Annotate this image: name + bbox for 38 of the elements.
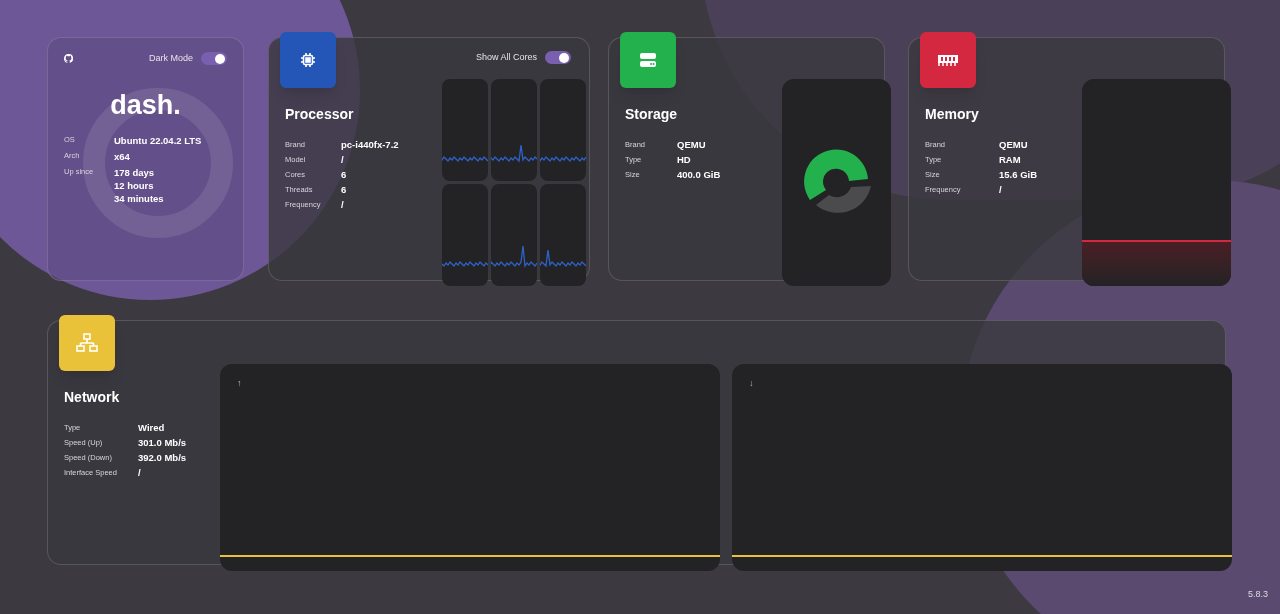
arrow-label: ↑ xyxy=(236,377,243,390)
app-logo: dash. xyxy=(109,89,182,120)
toggle-label: Show All Cores xyxy=(475,51,537,64)
card-title: Processor xyxy=(285,105,355,124)
card-title: Storage xyxy=(625,105,679,124)
toggle-switch[interactable] xyxy=(545,51,571,65)
card-title: Memory xyxy=(925,105,980,124)
info-value: QEMU xyxy=(999,139,1029,151)
info-value: pc-i440fx-7.2 xyxy=(341,139,400,151)
info-value: / xyxy=(138,467,142,479)
chip-icon xyxy=(300,52,316,68)
arrow-label: ↓ xyxy=(748,377,755,390)
info-value: Wired xyxy=(138,422,166,434)
toggle-switch[interactable] xyxy=(201,52,227,66)
info-value: / xyxy=(341,154,345,166)
version-label: 5.8.3 xyxy=(1247,589,1268,599)
info-value: / xyxy=(999,184,1003,196)
memory-stick-icon xyxy=(937,53,959,67)
info-value: 12 hours xyxy=(114,178,155,192)
info-value: QEMU xyxy=(677,139,707,151)
info-value: 400.0 GiB xyxy=(677,169,722,181)
info-value: RAM xyxy=(999,154,1022,166)
info-value: 392.0 Mb/s xyxy=(138,452,188,464)
info-value: Ubuntu 22.04.2 LTS xyxy=(114,133,203,147)
info-value: 301.0 Mb/s xyxy=(138,437,188,449)
toggle-label: Dark Mode xyxy=(149,52,193,65)
info-value: HD xyxy=(677,154,692,166)
github-icon[interactable] xyxy=(64,54,73,64)
info-value: 15.6 GiB xyxy=(999,169,1039,181)
info-value: x64 xyxy=(114,149,131,163)
info-value: 34 minutes xyxy=(114,191,165,205)
info-value: / xyxy=(341,199,345,211)
info-value: 6 xyxy=(341,169,348,181)
info-value: 178 days xyxy=(114,165,156,179)
drive-icon xyxy=(639,52,657,68)
info-value: 6 xyxy=(341,184,348,196)
network-icon xyxy=(76,333,98,353)
card-title: Network xyxy=(64,388,121,407)
